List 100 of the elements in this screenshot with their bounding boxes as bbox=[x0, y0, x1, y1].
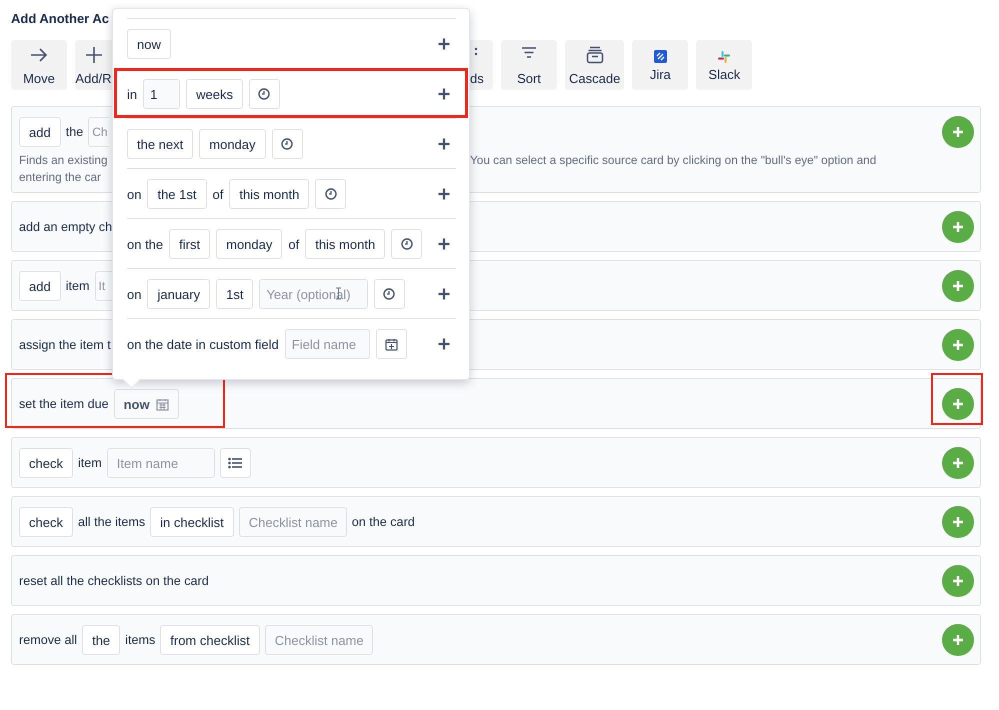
dropdown-chip[interactable]: the next bbox=[127, 129, 194, 159]
plus-icon bbox=[438, 188, 450, 200]
plus-icon bbox=[952, 634, 964, 646]
dropdown-chip[interactable]: monday bbox=[199, 129, 266, 159]
dropdown-chip[interactable]: from checklist bbox=[160, 625, 260, 655]
description-text: Finds an existing bbox=[19, 152, 109, 169]
dropdown-chip[interactable]: monday bbox=[216, 229, 282, 259]
plus-icon bbox=[952, 457, 964, 469]
dropdown-chip[interactable]: add bbox=[19, 117, 61, 147]
toolbar-button[interactable]: Cascade bbox=[565, 40, 624, 90]
dropdown-chip[interactable]: now bbox=[127, 29, 171, 59]
time-button[interactable] bbox=[315, 179, 346, 209]
dropdown-chip[interactable]: first bbox=[169, 229, 210, 259]
plus-icon bbox=[84, 46, 102, 64]
add-action-button[interactable] bbox=[942, 116, 974, 148]
dropdown-chip[interactable]: the bbox=[82, 625, 120, 655]
custom-field-button[interactable] bbox=[376, 329, 407, 359]
description-text: entering the car bbox=[19, 169, 102, 186]
add-action-button[interactable] bbox=[942, 270, 974, 302]
rule-text: reset all the checklists on the card bbox=[19, 574, 209, 588]
toolbar-button[interactable]: Slack bbox=[696, 40, 752, 90]
square-logo-icon bbox=[654, 50, 667, 63]
plus-icon bbox=[952, 280, 964, 292]
dropdown-chip[interactable]: in checklist bbox=[150, 507, 234, 537]
clock-icon bbox=[400, 238, 413, 250]
plus-icon bbox=[952, 575, 964, 587]
time-button[interactable] bbox=[272, 129, 303, 159]
toolbar-button[interactable]: Move bbox=[11, 40, 67, 90]
input-field[interactable]: Checklist name bbox=[264, 625, 373, 655]
dropdown-chip[interactable]: january bbox=[147, 279, 210, 309]
rule-text: of bbox=[212, 186, 224, 202]
input-field[interactable]: Checklist name bbox=[238, 507, 347, 537]
rule-text: item bbox=[66, 279, 90, 293]
rule-text: item bbox=[78, 456, 102, 470]
toolbar-button[interactable]: ds bbox=[470, 40, 493, 90]
dropdown-chip[interactable]: add bbox=[19, 271, 61, 301]
clock-icon bbox=[281, 138, 294, 150]
clock-icon bbox=[258, 88, 270, 100]
date-option-row[interactable]: on the 1st of this month bbox=[114, 168, 468, 218]
hash-logo-icon bbox=[718, 50, 730, 62]
time-button[interactable] bbox=[374, 279, 405, 309]
calendar-plus-icon bbox=[384, 338, 398, 350]
section-heading: Add Another Ac bbox=[11, 10, 110, 28]
date-option-row[interactable]: the next monday bbox=[114, 118, 468, 168]
dots-icon bbox=[474, 47, 478, 57]
dropdown-chip[interactable]: weeks bbox=[186, 79, 243, 109]
dropdown-chip[interactable]: check bbox=[19, 507, 73, 537]
plus-icon bbox=[952, 398, 964, 410]
rule-text: on bbox=[127, 186, 142, 202]
add-action-button[interactable] bbox=[942, 565, 974, 597]
add-action-button[interactable] bbox=[942, 506, 974, 538]
date-chip[interactable]: now bbox=[114, 389, 179, 419]
dropdown-chip[interactable]: this month bbox=[229, 179, 310, 209]
add-action-button[interactable] bbox=[942, 329, 974, 361]
dropdown-chip[interactable]: 1st bbox=[216, 279, 254, 309]
description-text: You can select a specific source card by clicking on the "bull's eye" option and bbox=[470, 152, 878, 169]
rule-text: on the bbox=[127, 236, 164, 252]
clock-icon bbox=[324, 188, 337, 200]
toolbar-button[interactable]: Sort bbox=[501, 40, 557, 90]
rule-text: on the card bbox=[352, 515, 415, 529]
plus-icon bbox=[438, 238, 450, 250]
rule-text: on the date in custom field bbox=[127, 336, 279, 352]
rule-text: set the item due bbox=[19, 397, 109, 411]
checklist-button[interactable] bbox=[220, 448, 251, 478]
rule-text: of bbox=[288, 236, 300, 252]
plus-icon bbox=[438, 138, 450, 150]
list-icon bbox=[228, 457, 242, 469]
dropdown-chip[interactable]: this month bbox=[305, 229, 386, 259]
input-field[interactable]: Field name bbox=[284, 329, 370, 359]
dropdown-chip[interactable]: check bbox=[19, 448, 73, 478]
date-option-row[interactable]: on the date in custom field Field name bbox=[114, 318, 468, 368]
add-action-button[interactable] bbox=[942, 211, 974, 243]
date-option-row[interactable]: on the first monday of this month bbox=[114, 218, 468, 268]
rule-text: items bbox=[125, 633, 156, 647]
toolbar-button[interactable]: Jira bbox=[632, 40, 688, 90]
add-action-button[interactable] bbox=[942, 388, 974, 420]
plus-icon bbox=[438, 338, 450, 350]
rule-text: on bbox=[127, 286, 142, 302]
rule-text: the bbox=[66, 125, 84, 139]
clock-icon bbox=[383, 288, 396, 300]
input-field[interactable]: Item name bbox=[106, 448, 215, 478]
rule-text: all the items bbox=[78, 515, 146, 529]
time-button[interactable] bbox=[391, 229, 422, 259]
date-option-row[interactable]: in 1 weeks bbox=[114, 68, 468, 118]
add-action-button[interactable] bbox=[942, 447, 974, 479]
rule-text: assign the item t bbox=[19, 338, 111, 352]
plus-icon bbox=[952, 516, 964, 528]
date-option-row[interactable]: now bbox=[114, 18, 468, 68]
input-field[interactable]: 1 bbox=[143, 79, 180, 109]
plus-icon bbox=[952, 221, 964, 233]
toolbar-button[interactable]: Add/R bbox=[75, 40, 112, 90]
archive-icon bbox=[586, 46, 604, 64]
time-button[interactable] bbox=[248, 79, 280, 109]
input-field[interactable]: Ch bbox=[88, 117, 110, 147]
plus-icon bbox=[438, 288, 450, 300]
dropdown-chip[interactable]: the 1st bbox=[147, 179, 206, 209]
plus-icon bbox=[438, 88, 450, 100]
rule-text: in bbox=[127, 86, 138, 102]
plus-icon bbox=[952, 339, 964, 351]
add-action-button[interactable] bbox=[942, 624, 974, 656]
